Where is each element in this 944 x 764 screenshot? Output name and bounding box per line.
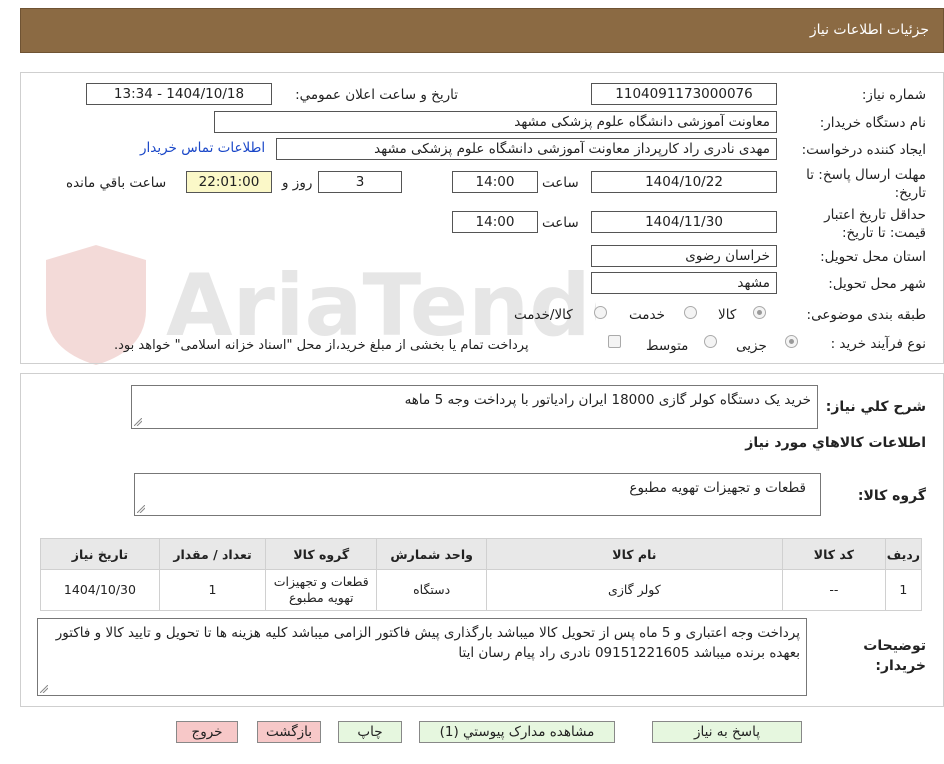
resize-grip-icon <box>137 505 145 513</box>
summary-textarea[interactable]: خرید یک دستگاه کولر گازی 18000 ایران راد… <box>131 385 818 429</box>
announce-label: تاریخ و ساعت اعلان عمومي: <box>295 87 458 103</box>
days-label: روز و <box>282 175 313 191</box>
summary-text: خرید یک دستگاه کولر گازی 18000 ایران راد… <box>404 392 811 408</box>
table-row: 1 -- کولر گازی دستگاه قطعات و تجهیزات ته… <box>40 569 923 611</box>
creator-label: ایجاد کننده درخواست: <box>801 142 926 158</box>
goods-group-textarea[interactable]: قطعات و تجهیزات تهویه مطبوع <box>134 473 821 516</box>
resize-grip-icon <box>134 418 142 426</box>
treasury-payment-note: پرداخت تمام یا بخشی از مبلغ خرید،از محل … <box>114 338 529 353</box>
buyer-label: نام دستگاه خریدار: <box>819 115 926 131</box>
city-label: شهر محل تحویل: <box>828 276 926 292</box>
deadline-label-line1: مهلت ارسال پاسخ: تا <box>806 167 926 183</box>
validity-time-field: 14:00 <box>452 211 538 233</box>
cell-row-number: 1 <box>884 569 923 611</box>
days-remaining-field: 3 <box>318 171 402 193</box>
process-radio-minor[interactable] <box>785 335 798 348</box>
city-field: مشهد <box>591 272 777 294</box>
col-quantity: تعداد / مقدار <box>158 538 267 570</box>
col-goods-group: گروه کالا <box>265 538 378 570</box>
cell-quantity: 1 <box>158 569 267 611</box>
cell-unit: دستگاه <box>376 569 487 611</box>
col-goods-name: نام کالا <box>485 538 783 570</box>
col-unit: واحد شمارش <box>376 538 487 570</box>
buyer-notes-textarea[interactable]: پرداخت وجه اعتباری و 5 ماه پس از تحویل ک… <box>37 618 807 696</box>
buyer-notes-label: توضیحات خریدار: <box>863 638 926 674</box>
category-radio-goods[interactable] <box>753 306 766 319</box>
view-attachments-button[interactable]: مشاهده مدارک پیوستي (1) <box>419 721 615 743</box>
deadline-date-field: 1404/10/22 <box>591 171 777 193</box>
need-number-label: شماره نیاز: <box>861 87 926 103</box>
validity-date-field: 1404/11/30 <box>591 211 777 233</box>
category-option-service: خدمت <box>629 307 665 323</box>
process-label: نوع فرآیند خرید : <box>830 336 926 352</box>
col-goods-code: کد کالا <box>781 538 886 570</box>
col-row-number: ردیف <box>884 538 923 570</box>
reply-button[interactable]: پاسخ به نیاز <box>652 721 802 743</box>
buyer-contact-link[interactable]: اطلاعات تماس خریدار <box>140 140 265 156</box>
goods-group-text: قطعات و تجهیزات تهویه مطبوع <box>629 480 806 496</box>
print-button[interactable]: چاپ <box>338 721 402 743</box>
back-button[interactable]: بازگشت <box>257 721 321 743</box>
page-title: جزئیات اطلاعات نیاز <box>809 22 929 38</box>
deadline-time-label: ساعت <box>542 175 579 191</box>
creator-field: مهدی نادری راد کارپرداز معاونت آموزشی دا… <box>276 138 777 160</box>
process-option-minor: جزیی <box>736 338 767 354</box>
process-option-medium: متوسط <box>646 338 689 354</box>
deadline-label-line2: تاریخ: <box>894 185 926 201</box>
goods-table: ردیف کد کالا نام کالا واحد شمارش گروه کا… <box>40 538 923 611</box>
time-remaining-field: 22:01:00 <box>186 171 272 193</box>
table-header-row: ردیف کد کالا نام کالا واحد شمارش گروه کا… <box>40 538 923 570</box>
need-number-field: 1104091173000076 <box>591 83 777 105</box>
process-radio-medium[interactable] <box>704 335 717 348</box>
buyer-field: معاونت آموزشی دانشگاه علوم پزشکی مشهد <box>214 111 777 133</box>
cell-goods-group: قطعات و تجهیزات تهویه مطبوع <box>265 569 378 611</box>
announce-field: 1404/10/18 - 13:34 <box>86 83 272 105</box>
goods-info-title: اطلاعات کالاهاي مورد نیاز <box>745 435 926 451</box>
col-need-date: تاریخ نیاز <box>40 538 160 570</box>
category-option-goods-service: کالا/خدمت <box>514 307 573 323</box>
goods-group-label: گروه کالا: <box>857 488 926 504</box>
resize-grip-icon <box>40 685 48 693</box>
treasury-checkbox[interactable] <box>608 335 621 348</box>
time-remaining-label: ساعت باقي مانده <box>66 175 167 191</box>
page-header: جزئیات اطلاعات نیاز <box>20 8 944 53</box>
province-field: خراسان رضوی <box>591 245 777 267</box>
cell-goods-code: -- <box>781 569 886 611</box>
validity-label-line1: حداقل تاریخ اعتبار <box>824 207 926 223</box>
category-label: طبقه بندی موضوعی: <box>806 307 926 323</box>
province-label: استان محل تحویل: <box>820 249 926 265</box>
validity-label-line2: قیمت: تا تاریخ: <box>842 225 926 241</box>
summary-label: شرح کلي نیاز: <box>825 399 926 415</box>
cell-need-date: 1404/10/30 <box>40 569 160 611</box>
cell-goods-name: کولر گازی <box>485 569 783 611</box>
category-radio-goods-service[interactable] <box>594 306 607 319</box>
deadline-time-field: 14:00 <box>452 171 538 193</box>
category-option-goods: کالا <box>718 307 737 323</box>
validity-time-label: ساعت <box>542 215 579 231</box>
buyer-notes-text: پرداخت وجه اعتباری و 5 ماه پس از تحویل ک… <box>55 625 800 661</box>
exit-button[interactable]: خروج <box>176 721 238 743</box>
category-radio-service[interactable] <box>684 306 697 319</box>
